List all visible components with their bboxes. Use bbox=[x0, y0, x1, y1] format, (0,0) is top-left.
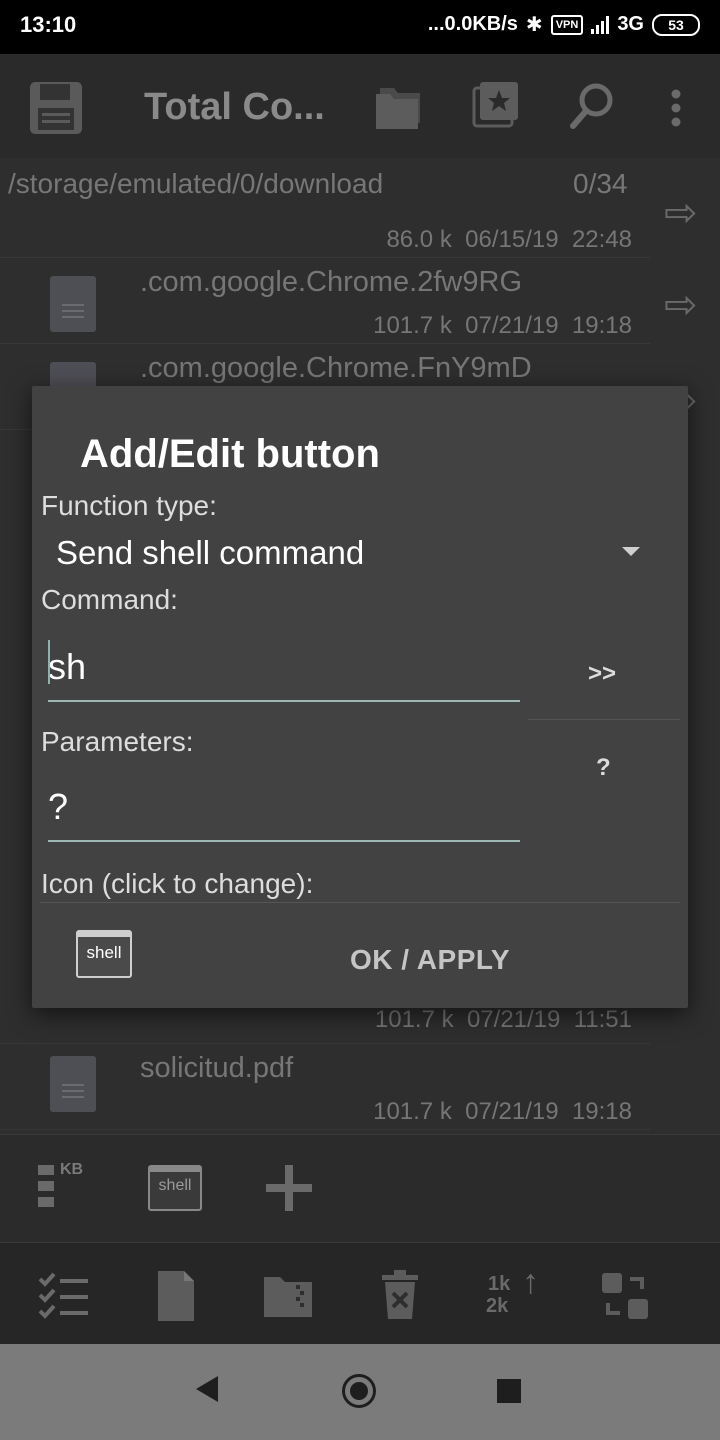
function-type-label: Function type: bbox=[41, 490, 217, 521]
status-time: 13:10 bbox=[20, 12, 77, 37]
parameters-label: Parameters: bbox=[41, 726, 194, 757]
command-label: Command: bbox=[41, 584, 178, 615]
file-name: .com.google.Chrome.FnY9mD bbox=[140, 352, 532, 384]
delete-icon[interactable] bbox=[380, 1269, 420, 1321]
swap-panels-icon[interactable] bbox=[600, 1271, 650, 1321]
text-cursor bbox=[48, 640, 50, 684]
status-icons: ...0.0KB/s ✱ VPN 3G 53 bbox=[428, 12, 700, 37]
file-name: solicitud.pdf bbox=[140, 1052, 294, 1084]
shell-icon[interactable]: shell bbox=[76, 930, 132, 978]
folder-size-icon[interactable]: KB bbox=[38, 1161, 94, 1213]
network-type: 3G bbox=[617, 13, 644, 35]
dialog-title: Add/Edit button bbox=[80, 432, 380, 476]
document-icon bbox=[50, 276, 96, 332]
ok-apply-button[interactable]: OK / APPLY bbox=[350, 944, 510, 976]
bluetooth-icon: ✱ bbox=[525, 14, 543, 36]
bottom-toolbar: 1k 2k ↑ bbox=[0, 1242, 720, 1344]
search-icon[interactable] bbox=[568, 80, 616, 130]
home-icon[interactable] bbox=[342, 1374, 376, 1408]
list-item[interactable]: 86.0 k 06/15/19 22:48 bbox=[0, 172, 650, 258]
recent-apps-icon[interactable] bbox=[497, 1379, 521, 1403]
icon-label: Icon (click to change): bbox=[41, 868, 314, 899]
bookmarks-icon[interactable] bbox=[472, 80, 520, 128]
status-bar: 13:10 ...0.0KB/s ✱ VPN 3G 53 bbox=[0, 0, 720, 54]
divider bbox=[40, 902, 680, 903]
divider bbox=[528, 719, 680, 720]
parameters-help-button[interactable]: ? bbox=[596, 754, 611, 782]
function-type-spinner[interactable]: Send shell command bbox=[32, 526, 688, 576]
new-file-icon[interactable] bbox=[156, 1269, 196, 1323]
net-speed: ...0.0KB/s bbox=[427, 13, 518, 35]
command-browse-button[interactable]: >> bbox=[588, 660, 616, 688]
dropdown-arrow-icon bbox=[622, 547, 640, 556]
list-item[interactable]: solicitud.pdf 101.7 k 07/21/19 19:18 bbox=[0, 1044, 650, 1130]
list-item[interactable]: .com.google.Chrome.2fw9RG 101.7 k 07/21/… bbox=[0, 258, 650, 344]
select-list-icon[interactable] bbox=[38, 1271, 90, 1321]
vpn-icon: VPN bbox=[550, 14, 584, 35]
arrow-right-icon[interactable]: ⇨ bbox=[664, 282, 698, 328]
app-toolbar: Total Co... bbox=[0, 54, 720, 158]
shell-button[interactable]: shell bbox=[148, 1165, 202, 1211]
add-edit-button-dialog: Add/Edit button Function type: Send shel… bbox=[32, 386, 688, 1008]
navigation-bar bbox=[0, 1344, 720, 1440]
more-menu-icon[interactable] bbox=[670, 88, 682, 128]
add-icon[interactable] bbox=[264, 1163, 314, 1213]
folders-icon[interactable] bbox=[374, 84, 426, 130]
save-icon[interactable] bbox=[28, 80, 84, 136]
button-bar: KB shell bbox=[0, 1134, 720, 1242]
zip-folder-icon[interactable] bbox=[262, 1273, 314, 1319]
function-type-value: Send shell command bbox=[56, 534, 365, 571]
file-name: .com.google.Chrome.2fw9RG bbox=[140, 266, 522, 298]
battery-icon: 53 bbox=[652, 13, 700, 36]
back-icon[interactable] bbox=[196, 1376, 218, 1402]
command-input[interactable]: sh bbox=[48, 646, 520, 702]
pdf-icon bbox=[50, 1056, 96, 1112]
arrow-right-icon[interactable]: ⇨ bbox=[664, 190, 698, 236]
signal-icon bbox=[591, 15, 610, 34]
parameters-input[interactable]: ? bbox=[48, 786, 520, 842]
sort-size-icon[interactable]: 1k 2k ↑ bbox=[486, 1265, 542, 1321]
app-title: Total Co... bbox=[144, 86, 325, 128]
